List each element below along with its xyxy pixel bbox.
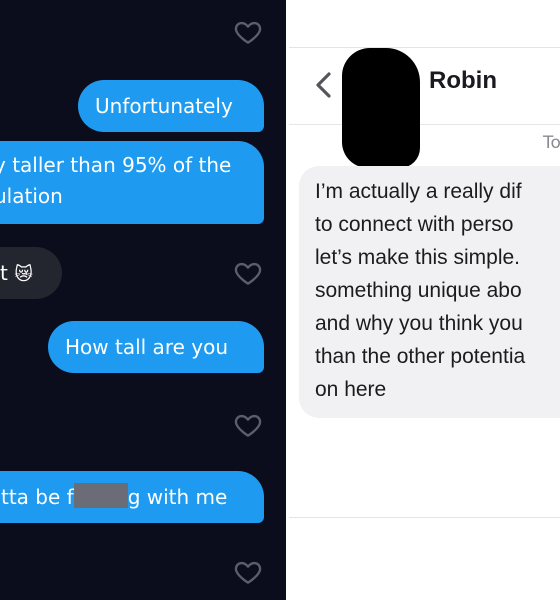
crying-cat-emoji: 😿	[14, 264, 33, 285]
message-line: than the other potentia	[315, 345, 526, 368]
incoming-message[interactable]: t 😿	[0, 247, 62, 299]
date-label: To	[543, 133, 560, 153]
outgoing-message[interactable]: How tall are you	[48, 321, 264, 373]
contact-name[interactable]: Robin	[429, 67, 497, 95]
status-bar-divider	[289, 47, 560, 48]
outgoing-message[interactable]: y taller than 95% of the ulation	[0, 141, 264, 224]
incoming-message[interactable]: I’m actually a really dif to connect wit…	[299, 166, 560, 418]
message-line: to connect with perso	[315, 213, 514, 236]
heart-icon[interactable]	[233, 17, 263, 47]
right-chat-panel: Robin To I’m actually a really dif to co…	[289, 0, 560, 600]
outgoing-message[interactable]: tta be f g with me	[0, 471, 264, 523]
message-text: Unfortunately	[95, 94, 233, 118]
message-text-start: tta be f	[1, 485, 74, 509]
chevron-left-icon[interactable]	[311, 70, 337, 100]
redacted-avatar	[342, 48, 420, 168]
redaction-bar	[73, 483, 128, 508]
chat-header	[289, 0, 560, 125]
heart-icon[interactable]	[233, 410, 263, 440]
composer-divider	[289, 517, 560, 518]
message-line: on here	[315, 378, 387, 401]
message-text: t	[0, 261, 8, 285]
message-line: y taller than 95% of the	[0, 153, 232, 177]
left-chat-panel: Unfortunately y taller than 95% of the u…	[0, 0, 286, 600]
message-line: and why you think you	[315, 312, 523, 335]
message-text-end: g with me	[127, 485, 228, 509]
heart-icon[interactable]	[233, 258, 263, 288]
message-text: How tall are you	[65, 335, 229, 359]
message-line: something unique abo	[315, 279, 522, 302]
message-line: ulation	[0, 184, 63, 208]
heart-icon[interactable]	[233, 557, 263, 587]
message-line: let’s make this simple.	[315, 246, 521, 269]
message-line: I’m actually a really dif	[315, 180, 522, 203]
outgoing-message[interactable]: Unfortunately	[78, 80, 264, 132]
